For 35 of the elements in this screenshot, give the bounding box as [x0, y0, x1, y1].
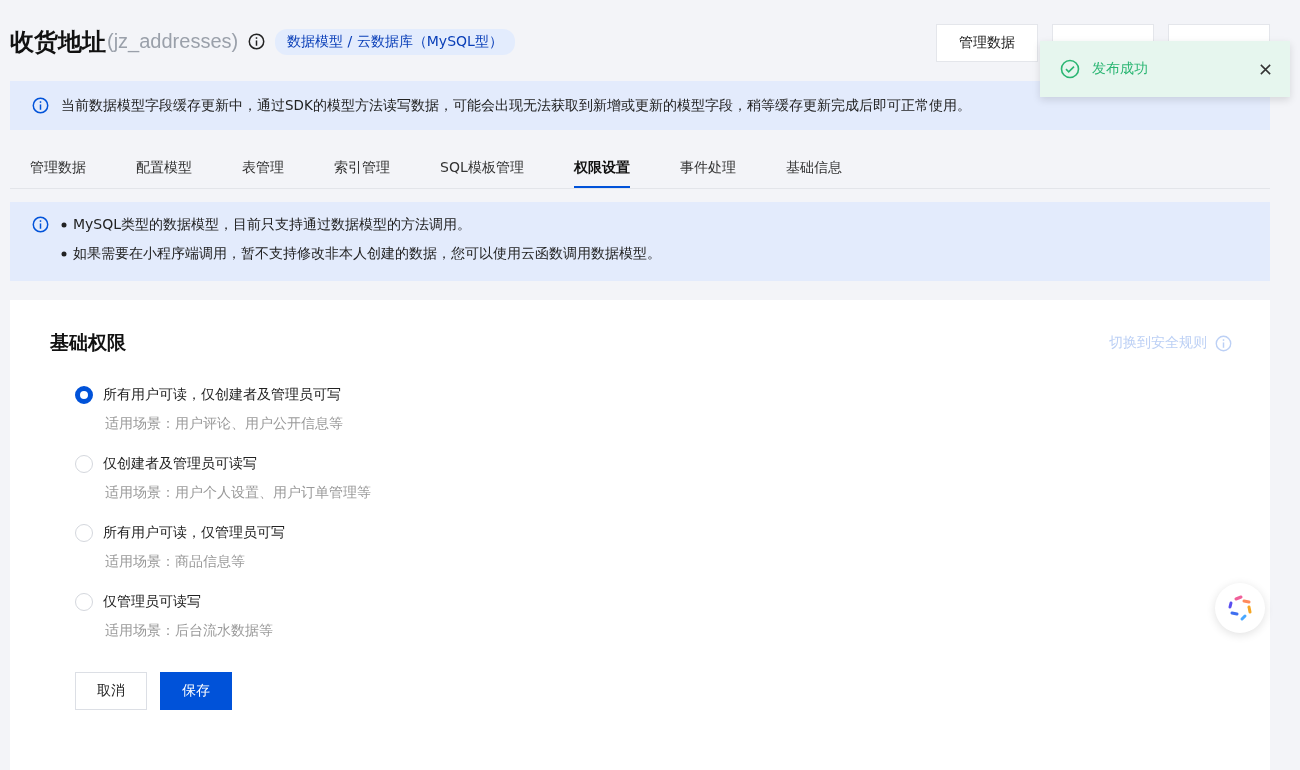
close-icon[interactable] — [1259, 62, 1272, 76]
save-button[interactable]: 保存 — [160, 672, 232, 710]
cancel-button[interactable]: 取消 — [75, 672, 147, 710]
info-icon — [32, 97, 49, 114]
bullet-icon — [61, 221, 67, 228]
option-label[interactable]: 仅创建者及管理员可读写 — [103, 455, 257, 473]
info-icon[interactable] — [248, 33, 266, 50]
notice-text: MySQL类型的数据模型，目前只支持通过数据模型的方法调用。 — [73, 215, 472, 234]
option-label[interactable]: 仅管理员可读写 — [103, 593, 201, 611]
tab[interactable]: 配置模型 — [136, 151, 192, 188]
tab[interactable]: 表管理 — [242, 151, 284, 188]
option-hint: 适用场景：用户评论、用户公开信息等 — [105, 415, 344, 433]
option-label[interactable]: 所有用户可读，仅管理员可写 — [103, 524, 285, 542]
option-hint: 适用场景：后台流水数据等 — [105, 622, 274, 640]
table-name: (jz_addresses) — [107, 30, 239, 53]
notice-text: 当前数据模型字段缓存更新中，通过SDK的模型方法读写数据，可能会出现无法获取到新增或更新的模型字段，稍等缓存更新完成后即可正常使用。 — [61, 96, 971, 115]
section-title: 基础权限 — [50, 330, 126, 355]
tab[interactable]: 管理数据 — [30, 151, 86, 188]
tab[interactable]: 事件处理 — [679, 151, 736, 188]
page-title: 收货地址 — [10, 26, 106, 58]
toast-message: 发布成功 — [1092, 60, 1149, 78]
tab[interactable]: 索引管理 — [334, 151, 390, 188]
option-hint: 适用场景：商品信息等 — [105, 553, 246, 571]
notice-text: 如果需要在小程序端调用，暂不支持修改非本人创建的数据，您可以使用云函数调用数据模型。 — [73, 244, 661, 263]
tab[interactable]: 权限设置 — [573, 151, 630, 188]
tab[interactable]: 基础信息 — [785, 151, 842, 188]
info-icon — [32, 216, 49, 233]
success-icon — [1060, 59, 1080, 79]
header-button[interactable]: 管理数据 — [936, 24, 1038, 62]
radio-button[interactable] — [75, 386, 93, 404]
option-hint: 适用场景：用户个人设置、用户订单管理等 — [105, 484, 372, 502]
tab[interactable]: SQL模板管理 — [440, 151, 524, 188]
bullet-icon — [61, 250, 67, 257]
option-label[interactable]: 所有用户可读，仅创建者及管理员可写 — [103, 386, 341, 404]
model-type-tag: 数据模型 / 云数据库（MySQL型） — [275, 28, 515, 55]
